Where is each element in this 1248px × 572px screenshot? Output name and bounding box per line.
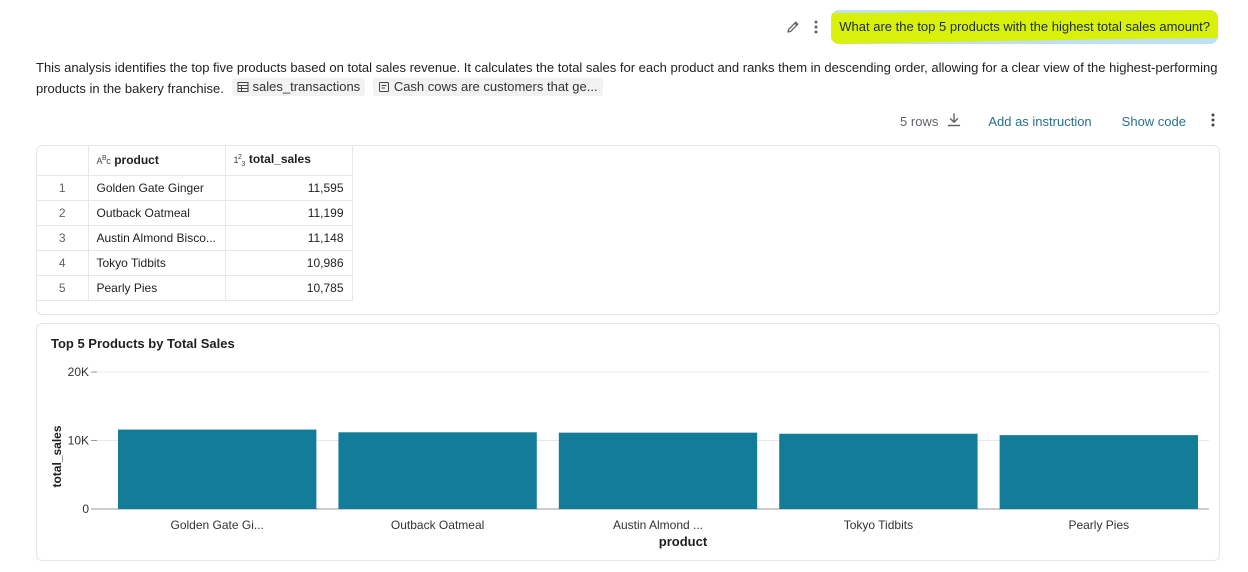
results-table-card: ABc product 123 total_sales 1 Golden Gate … <box>36 145 1220 315</box>
table-row: 2 Outback Oatmeal 11,199 <box>37 200 353 226</box>
column-header-product[interactable]: ABc product <box>88 146 226 176</box>
bar-chart: 0 10K 20K Golden Gate Gi... Outback Oatmeal A… <box>50 365 1209 549</box>
question-text: What are the top 5 products with the hig… <box>839 19 1210 34</box>
x-tick-label: Pearly Pies <box>1068 518 1129 532</box>
add-as-instruction-button[interactable]: Add as instruction <box>988 114 1091 129</box>
y-tick-label: 20K <box>68 365 89 379</box>
chart-bar <box>999 435 1198 509</box>
description-text: This analysis identifies the top five pr… <box>36 60 1218 96</box>
x-axis-label: product <box>659 534 708 549</box>
row-index: 1 <box>37 175 89 201</box>
index-header <box>37 146 89 176</box>
row-count: 5 rows <box>900 113 939 129</box>
more-options-icon[interactable] <box>1210 112 1216 131</box>
x-tick-label: Golden Gate Gi... <box>171 518 264 532</box>
row-index: 4 <box>37 250 89 276</box>
table-icon <box>237 81 249 93</box>
y-axis-label: total_sales <box>50 425 64 487</box>
product-cell[interactable]: Pearly Pies <box>88 275 226 301</box>
product-cell[interactable]: Austin Almond Bisco... <box>88 225 226 251</box>
total-sales-cell[interactable]: 10,785 <box>225 275 353 301</box>
table-row: 1 Golden Gate Ginger 11,595 <box>37 175 353 201</box>
vertical-dots-icon[interactable] <box>813 19 819 35</box>
y-tick-label: 10K <box>68 434 89 448</box>
analysis-description: This analysis identifies the top five pr… <box>36 58 1222 99</box>
product-cell[interactable]: Outback Oatmeal <box>88 200 226 226</box>
x-tick-label: Tokyo Tidbits <box>844 518 913 532</box>
chart-bar <box>558 432 758 509</box>
instruction-chip[interactable]: Cash cows are customers that ge... <box>372 78 603 96</box>
chart-bar <box>779 433 978 509</box>
chart-bar <box>118 429 317 509</box>
table-chip-label: sales_transactions <box>252 79 361 94</box>
table-row: 5 Pearly Pies 10,785 <box>37 275 353 301</box>
result-toolbar: 5 rows Add as instruction Show code <box>900 111 1216 131</box>
instruction-chip-label: Cash cows are customers that ge... <box>393 79 598 94</box>
show-code-button[interactable]: Show code <box>1122 114 1186 129</box>
total-sales-cell[interactable]: 10,986 <box>225 250 353 276</box>
instruction-doc-icon <box>378 81 390 93</box>
table-header-row: ABc product 123 total_sales <box>37 146 353 176</box>
y-tick-label: 0 <box>82 502 89 516</box>
chart-card: Top 5 Products by Total Sales 0 10K 20K Gol… <box>36 323 1220 561</box>
x-tick-label: Austin Almond ... <box>613 518 703 532</box>
total-sales-cell[interactable]: 11,199 <box>225 200 353 226</box>
total-sales-cell[interactable]: 11,595 <box>225 175 353 201</box>
download-icon[interactable] <box>946 112 962 131</box>
table-chip[interactable]: sales_transactions <box>231 78 366 96</box>
row-index: 3 <box>37 225 89 251</box>
table-row: 4 Tokyo Tidbits 10,986 <box>37 250 353 276</box>
results-table: ABc product 123 total_sales 1 Golden Gate … <box>37 146 353 301</box>
column-header-total-sales[interactable]: 123 total_sales <box>225 146 353 176</box>
text-type-icon: ABc <box>96 155 111 167</box>
x-tick-label: Outback Oatmeal <box>391 518 484 532</box>
table-row: 3 Austin Almond Bisco... 11,148 <box>37 225 353 251</box>
product-cell[interactable]: Tokyo Tidbits <box>88 250 226 276</box>
row-index: 2 <box>37 200 89 226</box>
total-sales-cell[interactable]: 11,148 <box>225 225 353 251</box>
pencil-icon[interactable] <box>785 19 801 35</box>
question-actions <box>785 19 819 35</box>
product-cell[interactable]: Golden Gate Ginger <box>88 175 226 201</box>
question-bubble: What are the top 5 products with the hig… <box>831 10 1218 44</box>
row-index: 5 <box>37 275 89 301</box>
question-row: What are the top 5 products with the hig… <box>785 10 1218 44</box>
chart-bar <box>338 432 537 509</box>
number-type-icon: 123 <box>233 154 246 169</box>
